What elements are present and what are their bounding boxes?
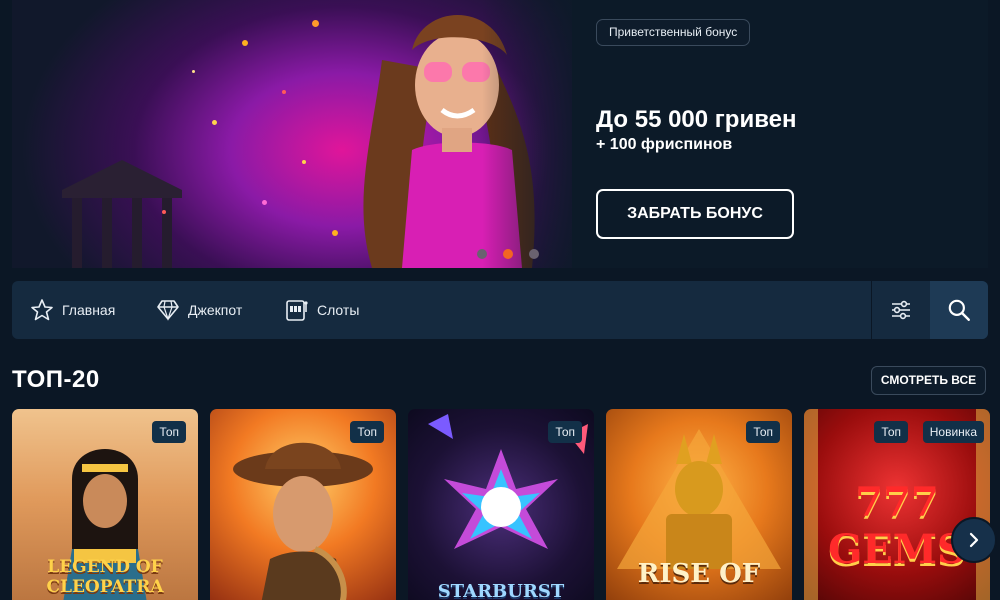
hero-dot-active[interactable] [503, 249, 513, 259]
carousel-next-button[interactable] [951, 517, 997, 563]
welcome-bonus-badge: Приветственный бонус [596, 19, 751, 46]
tag-top: Топ [350, 421, 384, 443]
game-logo-text: RISE OF [637, 559, 761, 589]
sliders-icon [892, 300, 910, 320]
temple-silhouette [62, 160, 182, 268]
game-card-777-gems[interactable]: 777 GEMS Топ Новинка [804, 409, 990, 600]
search-icon [948, 299, 970, 321]
hero-pagination[interactable] [477, 249, 539, 259]
hero-banner[interactable] [12, 0, 988, 268]
star-icon [31, 299, 53, 321]
section-title: ТОП-20 [12, 366, 100, 393]
bonus-subtitle: + 100 фриспинов [596, 136, 733, 153]
nav-item-slots[interactable]: Слоты [285, 281, 359, 339]
game-card-book-of-ra[interactable]: Топ [210, 409, 396, 600]
filter-button[interactable] [872, 281, 930, 339]
search-button[interactable] [930, 281, 988, 339]
category-nav: Главная Джекпот Слоты [12, 281, 988, 339]
hero-dot[interactable] [477, 249, 487, 259]
nav-item-label: Слоты [317, 302, 360, 318]
tag-top: Топ [874, 421, 908, 443]
see-all-button[interactable]: СМОТРЕТЬ ВСЕ [871, 366, 986, 395]
game-card-legend-of-cleopatra[interactable]: LEGEND OF CLEOPATRA Топ [12, 409, 198, 600]
nav-item-label: Главная [62, 302, 116, 318]
nav-item-home[interactable]: Главная [30, 281, 115, 339]
hero-dot[interactable] [529, 249, 539, 259]
game-logo-text: STARBURST [437, 581, 565, 600]
game-card-starburst[interactable]: STARBURST Топ [408, 409, 594, 600]
nav-item-jackpot[interactable]: Джекпот [156, 281, 242, 339]
bonus-title: До 55 000 гривен [596, 106, 797, 133]
game-logo-text: LEGEND OF CLEOPATRA [46, 557, 164, 597]
tag-top: Топ [746, 421, 780, 443]
diamond-icon [157, 300, 179, 321]
game-card-rise-of-egypt[interactable]: RISE OF Топ [606, 409, 792, 600]
slot-machine-icon [286, 300, 308, 321]
tag-top: Топ [548, 421, 582, 443]
nav-item-label: Джекпот [188, 302, 243, 318]
claim-bonus-button[interactable]: ЗАБРАТЬ БОНУС [596, 189, 794, 239]
tag-top: Топ [152, 421, 186, 443]
chevron-right-icon [969, 532, 979, 548]
tag-new: Новинка [922, 421, 984, 443]
